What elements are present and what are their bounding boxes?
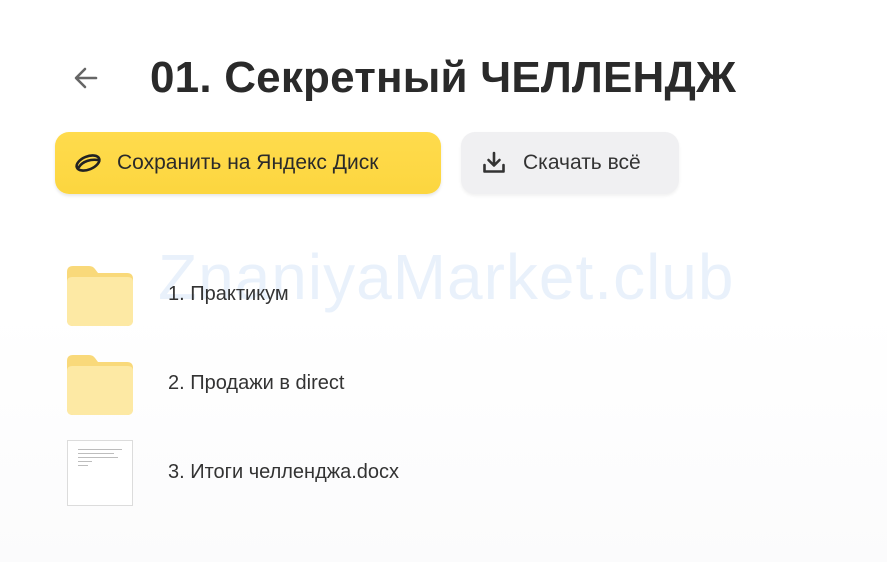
action-buttons: Сохранить на Яндекс Диск Скачать всё [55, 132, 679, 194]
page-header: 01. Секретный ЧЕЛЛЕНДЖ [66, 46, 736, 110]
save-button-label: Сохранить на Яндекс Диск [117, 151, 379, 174]
page-title: 01. Секретный ЧЕЛЛЕНДЖ [150, 53, 737, 102]
download-icon [479, 148, 509, 178]
folder-icon [64, 260, 136, 330]
yandex-disk-icon [73, 148, 103, 178]
file-list: 1. Практикум 2. Продажи в direct 3. Итог… [64, 250, 824, 517]
public-folder-page: 01. Секретный ЧЕЛЛЕНДЖ Сохранить на Янде… [0, 0, 887, 562]
list-item[interactable]: 2. Продажи в direct [64, 339, 824, 428]
list-item[interactable]: 1. Практикум [64, 250, 824, 339]
download-button-label: Скачать всё [523, 151, 641, 174]
list-item[interactable]: 3. Итоги челленджа.docx [64, 428, 824, 517]
file-name: 1. Практикум [168, 283, 289, 305]
document-icon [67, 439, 133, 506]
download-all-button[interactable]: Скачать всё [461, 132, 679, 194]
arrow-left-icon [74, 67, 98, 89]
file-name: 3. Итоги челленджа.docx [168, 461, 400, 483]
save-to-disk-button[interactable]: Сохранить на Яндекс Диск [55, 132, 441, 194]
folder-icon [64, 349, 136, 419]
back-button[interactable] [66, 58, 106, 98]
file-name: 2. Продажи в direct [168, 372, 345, 394]
document-thumbnail [64, 438, 136, 508]
